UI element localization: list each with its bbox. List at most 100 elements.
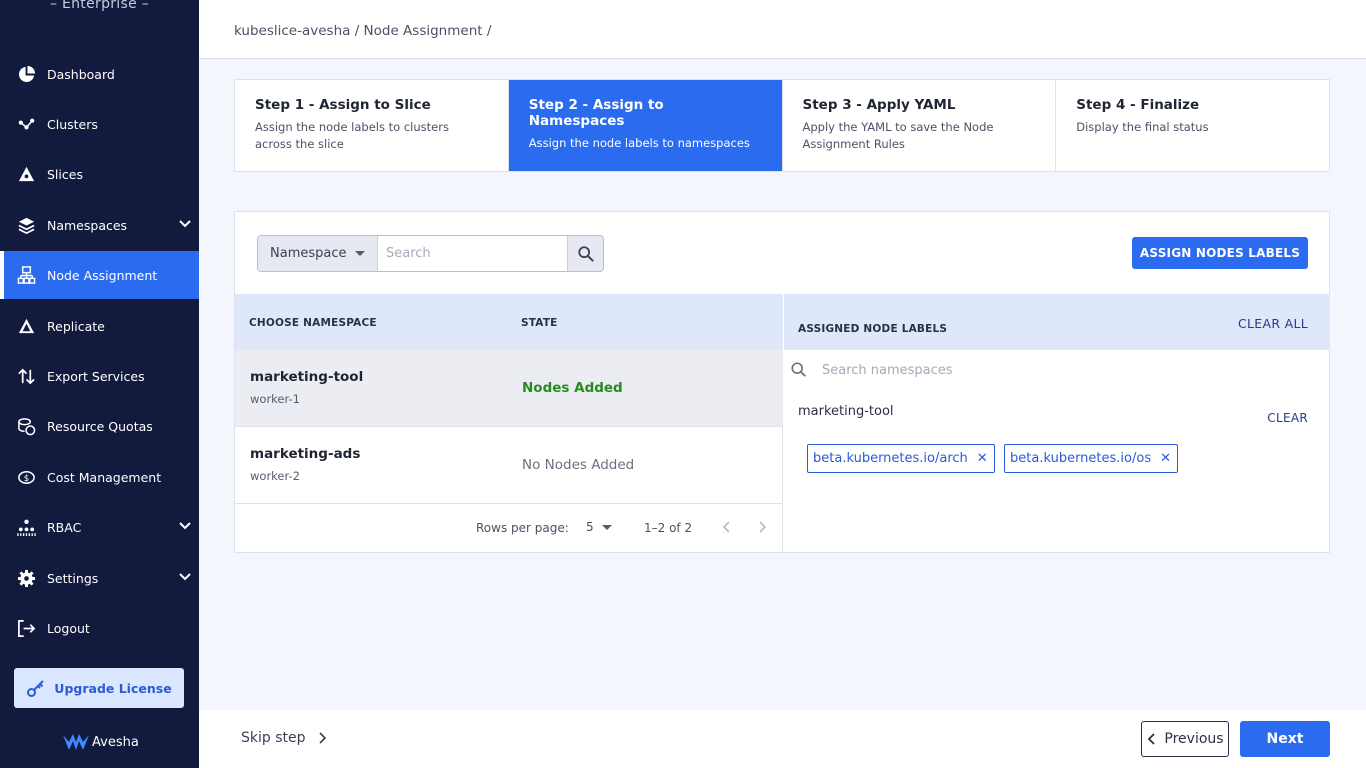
assigned-header: ASSIGNED NODE LABELS CLEAR ALL: [784, 294, 1330, 350]
brand-subtitle: – Enterprise –: [49, 0, 150, 12]
step-title: Step 2 - Assign to Namespaces: [528, 97, 664, 129]
sidebar-item-node-assignment[interactable]: Node Assignment: [0, 251, 199, 299]
sidebar-item-namespaces[interactable]: Namespaces: [0, 201, 199, 249]
logout-icon: [16, 618, 36, 638]
export-services-icon: [16, 366, 36, 386]
svg-text:$: $: [23, 473, 28, 483]
filter-select-value: Namespace: [270, 246, 347, 261]
sidebar-item-replicate[interactable]: Replicate: [0, 302, 199, 350]
step-description: Apply the YAML to save the Node Assignme…: [802, 120, 994, 151]
table-row[interactable]: marketing-ads worker-2 No Nodes Added: [235, 427, 783, 504]
sidebar-item-settings[interactable]: Settings: [0, 554, 199, 602]
assign-nodes-labels-button[interactable]: ASSIGN NODES LABELS: [1132, 237, 1308, 269]
step-description: Display the final status: [1076, 120, 1209, 134]
sidebar-item-label: Settings: [47, 570, 99, 586]
chevron-down-icon[interactable]: [177, 518, 193, 534]
clear-all-button[interactable]: CLEAR ALL: [1238, 316, 1308, 331]
key-icon: [27, 680, 45, 697]
sidebar-item-label: Clusters: [47, 116, 98, 132]
upgrade-license-label: Upgrade License: [54, 680, 172, 696]
dashboard-icon: [16, 64, 36, 84]
namespace-search-bar: Namespace: [257, 235, 604, 272]
namespace-name: marketing-tool: [250, 369, 364, 385]
state-text: No Nodes Added: [522, 457, 635, 473]
node-assignment-card: Namespace ASSIGN NODES LABELS CHOOSE NAM…: [234, 211, 1330, 553]
stepper: Step 1 - Assign to Slice Assign the node…: [234, 79, 1330, 172]
label-chip-text: beta.kubernetes.io/arch: [813, 451, 968, 466]
pagination: Rows per page: 5 1–2 of 2: [235, 504, 783, 552]
search-icon: [577, 245, 594, 262]
search-input[interactable]: [378, 236, 567, 271]
sidebar-item-label: Node Assignment: [47, 267, 158, 283]
sidebar-item-label: Cost Management: [47, 469, 162, 485]
sidebar-item-rbac[interactable]: RBAC: [0, 503, 199, 551]
clear-button[interactable]: CLEAR: [1267, 411, 1308, 425]
step-finalize[interactable]: Step 4 - Finalize Display the final stat…: [1056, 80, 1329, 171]
sidebar-item-clusters[interactable]: Clusters: [0, 100, 199, 148]
step-title: Step 4 - Finalize: [1076, 97, 1200, 113]
avesha-logo-icon: [63, 734, 89, 750]
step-description: Assign the node labels to namespaces: [528, 136, 750, 150]
sidebar-item-cost-management[interactable]: $ Cost Management: [0, 453, 199, 501]
cost-management-icon: $: [16, 467, 36, 487]
close-icon[interactable]: ✕: [1160, 451, 1171, 466]
step-title: Step 3 - Apply YAML: [802, 97, 956, 113]
breadcrumb[interactable]: kubeslice-avesha / Node Assignment /: [234, 23, 491, 39]
logo-text: Avesha: [92, 734, 139, 750]
next-button[interactable]: Next: [1240, 721, 1330, 757]
upgrade-license-button[interactable]: Upgrade License: [14, 668, 184, 708]
rows-per-page-select[interactable]: 5: [586, 520, 612, 534]
table-header: CHOOSE NAMESPACE STATE: [235, 294, 783, 350]
namespaces-icon: [16, 215, 36, 235]
step-apply-yaml[interactable]: Step 3 - Apply YAML Apply the YAML to sa…: [783, 80, 1057, 171]
namespace-table: CHOOSE NAMESPACE STATE marketing-tool wo…: [235, 294, 783, 553]
search-namespaces-input[interactable]: [822, 362, 1122, 378]
step-assign-to-namespaces[interactable]: Step 2 - Assign to Namespaces Assign the…: [508, 80, 783, 171]
label-chip: beta.kubernetes.io/arch ✕: [807, 444, 995, 473]
assigned-title: ASSIGNED NODE LABELS: [798, 323, 948, 335]
sidebar-item-dashboard[interactable]: Dashboard: [0, 50, 199, 98]
chevron-left-icon[interactable]: [719, 519, 735, 535]
sidebar-item-label: Resource Quotas: [47, 418, 153, 434]
step-description: Assign the node labels to clusters acros…: [255, 120, 449, 151]
footer-bar: Skip step Previous Next: [199, 710, 1366, 768]
rows-per-page-label: Rows per page:: [476, 521, 569, 535]
top-header: kubeslice-avesha / Node Assignment /: [199, 0, 1366, 59]
chevron-right-icon[interactable]: [754, 519, 770, 535]
filter-select[interactable]: Namespace: [258, 236, 378, 271]
sidebar-item-export-services[interactable]: Export Services: [0, 352, 199, 400]
caret-down-icon: [601, 524, 612, 530]
step-assign-to-slice[interactable]: Step 1 - Assign to Slice Assign the node…: [235, 80, 509, 171]
worker-name: worker-1: [250, 392, 300, 406]
sidebar-item-label: Slices: [47, 166, 83, 182]
clusters-icon: [16, 114, 36, 134]
avesha-logo: Avesha: [62, 732, 139, 752]
table-row[interactable]: marketing-tool worker-1 Nodes Added: [235, 350, 783, 427]
chevron-down-icon[interactable]: [177, 569, 193, 585]
chevron-down-icon[interactable]: [177, 216, 193, 232]
rbac-icon: [16, 517, 36, 537]
search-icon: [791, 362, 806, 377]
namespace-search: [790, 361, 1122, 379]
pagination-range: 1–2 of 2: [644, 521, 693, 535]
skip-step-label: Skip step: [241, 730, 306, 746]
sidebar-item-label: Dashboard: [47, 66, 115, 82]
sidebar-item-slices[interactable]: Slices: [0, 150, 199, 198]
sidebar-item-label: Logout: [47, 620, 90, 636]
sidebar-item-label: Export Services: [47, 368, 145, 384]
previous-button[interactable]: Previous: [1141, 721, 1229, 757]
sidebar-item-resource-quotas[interactable]: Resource Quotas: [0, 402, 199, 450]
sidebar-item-label: Replicate: [47, 318, 105, 334]
sidebar-item-logout[interactable]: Logout: [0, 604, 199, 652]
skip-step-button[interactable]: Skip step: [241, 730, 330, 746]
settings-icon: [16, 568, 36, 588]
state-text: Nodes Added: [522, 380, 623, 396]
assigned-node-labels-panel: ASSIGNED NODE LABELS CLEAR ALL marketing…: [784, 294, 1330, 553]
close-icon[interactable]: ✕: [977, 451, 988, 466]
rows-per-page-value: 5: [586, 520, 594, 534]
chevron-right-icon: [318, 732, 326, 744]
step-title: Step 1 - Assign to Slice: [255, 97, 431, 113]
resource-quotas-icon: [16, 416, 36, 436]
search-button[interactable]: [567, 236, 603, 271]
previous-label: Previous: [1164, 731, 1224, 747]
